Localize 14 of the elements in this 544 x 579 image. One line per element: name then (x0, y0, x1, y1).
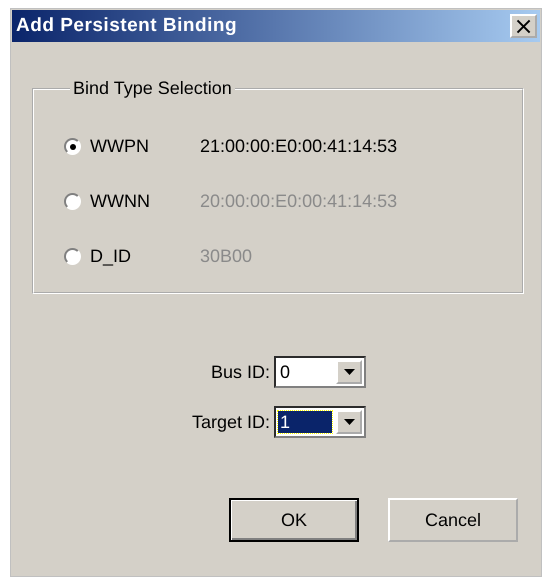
close-button[interactable]: × (510, 14, 537, 38)
dropdown-field[interactable]: 0 (274, 356, 366, 388)
option-value: 21:00:00:E0:00:41:14:53 (200, 136, 398, 157)
group-title: Bind Type Selection (72, 78, 233, 99)
option-label[interactable]: WWPN (90, 136, 200, 157)
option-value: 20:00:00:E0:00:41:14:53 (200, 191, 398, 212)
radio-button[interactable] (64, 138, 81, 155)
option-value: 30B00 (200, 246, 252, 267)
field-label: Target ID: (192, 412, 270, 432)
field-label: Bus ID: (210, 362, 270, 382)
dropdown-field[interactable]: 1 (274, 406, 366, 438)
window-title: Add Persistent Binding (16, 15, 238, 37)
cancel-button[interactable]: Cancel (388, 498, 518, 542)
ok-button[interactable]: OK (229, 498, 359, 542)
